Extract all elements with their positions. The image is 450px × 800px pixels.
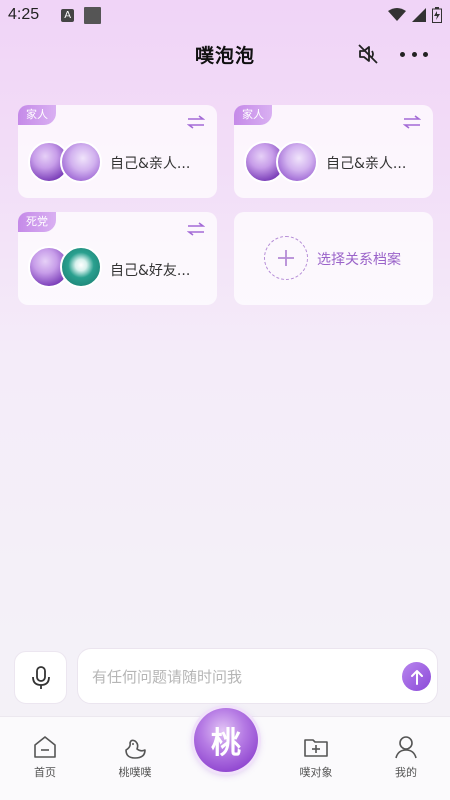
keyboard-indicator-icon: A: [61, 8, 75, 22]
arrow-up-icon: [410, 669, 423, 685]
relationship-tag: 死党: [18, 212, 56, 232]
status-icons: [388, 7, 442, 23]
dot-icon: [400, 51, 405, 57]
speaker-muted-icon: [358, 44, 378, 64]
tab-home[interactable]: 首页: [5, 733, 85, 780]
relationship-tag: 家人: [18, 105, 56, 125]
tab-pu-objects[interactable]: 噗对象: [276, 733, 356, 780]
chat-input[interactable]: [92, 665, 392, 689]
relationship-card[interactable]: 家人 自己&亲人...: [18, 105, 217, 198]
center-button-label: 桃: [211, 726, 241, 761]
mute-button[interactable]: [356, 42, 380, 66]
bird-icon: [125, 739, 146, 759]
header: 噗泡泡: [0, 30, 450, 78]
swap-icon[interactable]: [403, 115, 421, 129]
dot-icon: [411, 51, 417, 57]
battery-icon: [432, 7, 442, 23]
relative-avatar: [276, 141, 318, 183]
microphone-icon: [31, 665, 50, 689]
tab-label: 桃噗噗: [118, 766, 152, 779]
status-bar: 4:25 A: [0, 0, 450, 30]
relationship-tag: 家人: [234, 105, 272, 125]
more-options-button[interactable]: [400, 42, 428, 66]
tab-taopupu[interactable]: 桃噗噗: [95, 733, 175, 780]
select-relationship-card[interactable]: 选择关系档案: [234, 212, 433, 305]
home-icon: [34, 736, 56, 758]
add-icon: [264, 236, 308, 280]
user-icon: [395, 736, 417, 759]
tab-label: 噗对象: [299, 766, 333, 779]
status-time: 4:25: [8, 6, 40, 23]
folder-add-icon: [304, 739, 328, 757]
tab-label: 我的: [395, 766, 417, 779]
relative-avatar: [60, 141, 102, 183]
wifi-icon: [388, 8, 406, 21]
center-peach-button[interactable]: 桃: [194, 708, 258, 772]
notification-icon: [84, 6, 102, 24]
voice-input-button[interactable]: [14, 651, 67, 704]
chat-input-box: [77, 648, 438, 704]
tab-profile[interactable]: 我的: [366, 733, 446, 780]
card-label: 自己&亲人...: [110, 156, 191, 172]
swap-icon[interactable]: [187, 115, 205, 129]
select-relationship-label: 选择关系档案: [317, 252, 401, 268]
page-title: 噗泡泡: [194, 44, 255, 67]
card-label: 自己&亲人...: [326, 156, 407, 172]
tab-label: 首页: [34, 766, 56, 779]
relationship-card[interactable]: 死党 自己&好友...: [18, 212, 217, 305]
relationship-card[interactable]: 家人 自己&亲人...: [234, 105, 433, 198]
friend-avatar: [60, 246, 102, 288]
send-button[interactable]: [402, 662, 431, 691]
dot-icon: [423, 51, 428, 57]
card-label: 自己&好友...: [110, 263, 191, 279]
signal-icon: [412, 8, 426, 22]
swap-icon[interactable]: [187, 222, 205, 236]
